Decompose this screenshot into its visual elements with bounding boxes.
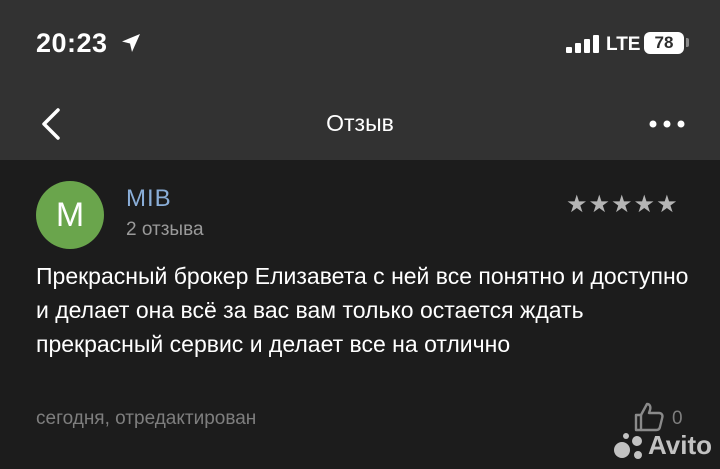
more-dots-icon xyxy=(649,120,685,128)
author-review-count: 2 отзыва xyxy=(126,219,204,240)
rating-stars: ★★★★★ xyxy=(566,191,679,218)
like-count: 0 xyxy=(672,408,683,429)
review-card: M MIB 2 отзыва ★★★★★ Прекрасный брокер Е… xyxy=(0,160,720,469)
chevron-left-icon xyxy=(42,108,60,140)
more-options-button[interactable] xyxy=(645,112,689,136)
battery-indicator: 78 xyxy=(644,32,684,54)
avatar[interactable]: M xyxy=(36,181,104,249)
avito-logo-icon xyxy=(614,433,642,459)
signal-strength-icon xyxy=(566,35,599,53)
network-type: LTE xyxy=(606,34,641,55)
nav-bar: Отзыв xyxy=(0,88,720,160)
review-text: Прекрасный брокер Елизавета с ней все по… xyxy=(36,263,689,357)
avito-watermark: Avito xyxy=(612,428,712,464)
review-meta: сегодня, отредактирован xyxy=(36,408,257,429)
avito-watermark-text: Avito xyxy=(648,430,713,460)
location-arrow-icon xyxy=(122,34,140,52)
back-button[interactable] xyxy=(38,104,68,144)
battery-cap xyxy=(686,38,689,47)
status-bar: 20:23 LTE 78 xyxy=(0,0,720,88)
page-title: Отзыв xyxy=(326,110,394,136)
status-time: 20:23 xyxy=(36,28,108,58)
author-name[interactable]: MIB xyxy=(126,185,172,213)
